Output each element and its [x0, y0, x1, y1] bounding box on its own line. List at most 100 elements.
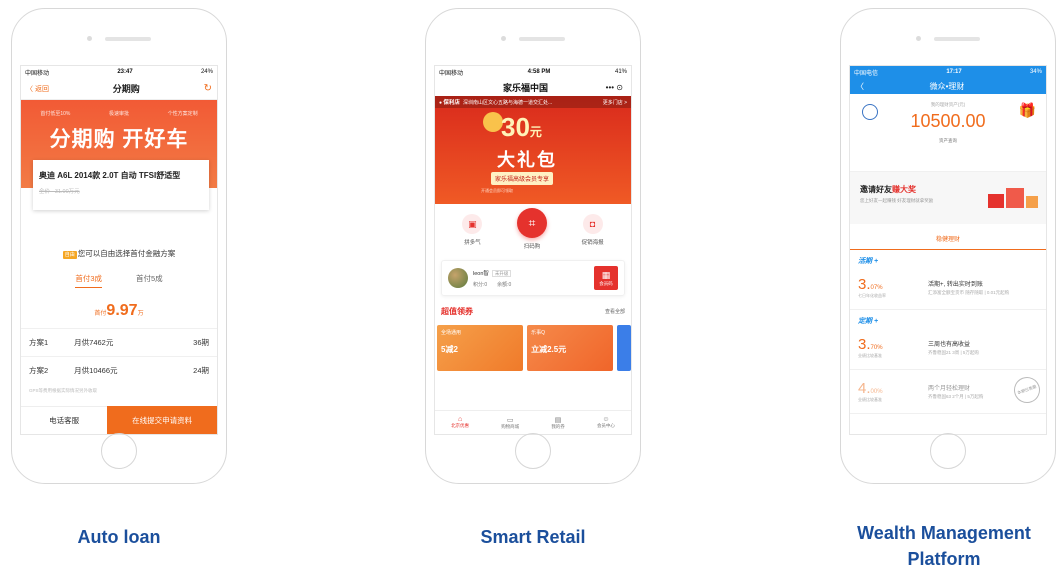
product-row[interactable]: 3.70% 业绩比较基准 三周也有高收益 齐鲁稳固21 3周 | 5万起购: [850, 326, 1046, 370]
phone-smart-retail: 中国移动 4:58 PM 41% 家乐福中国 ••• ⊙ ● 保利店 深圳南山区文…: [425, 8, 641, 484]
page-title: 家乐福中国: [503, 82, 549, 93]
user-icon: ☺: [602, 416, 610, 423]
caption-wealth-management: Wealth Management Platform: [828, 520, 1060, 572]
quick-action-label: 扫码购: [523, 244, 541, 250]
nav-bar: 家乐福中国 ••• ⊙: [435, 78, 631, 96]
rate-dec: 00%: [870, 389, 883, 395]
carrier-label: 中国移动: [25, 70, 50, 77]
product-title: 两个月轻松理财: [928, 386, 971, 392]
tab-label: 我的券: [551, 423, 565, 429]
phone-service-button[interactable]: 电话客服: [21, 406, 108, 434]
poster-icon: ◘: [582, 214, 603, 234]
plan-row[interactable]: 方案1 月供7462元 36期: [21, 328, 217, 356]
home-button[interactable]: [930, 433, 966, 469]
phone-speaker: [916, 36, 980, 41]
caption-smart-retail: Smart Retail: [480, 527, 586, 547]
close-icon[interactable]: ⊙: [616, 83, 623, 92]
auto-loan-screen: 中国移动 23:47 24% 〈 返回 分期购 ↻ 首付低至10% 极速审批 个…: [20, 65, 218, 435]
plan-name: 方案1: [29, 338, 49, 347]
rate-dec: 70%: [870, 345, 883, 351]
home-button[interactable]: [515, 433, 551, 469]
more-icon[interactable]: •••: [606, 83, 614, 92]
rate-label: 业绩比较基准: [858, 397, 882, 402]
plan-monthly: 月供10466元: [74, 366, 118, 375]
quick-action[interactable]: ⌗ 扫码购: [516, 208, 547, 250]
header: 中国电信 17:17 34% 〈 微众•理财: [850, 66, 1046, 94]
member-qr-button[interactable]: ▦ 会员码: [594, 266, 618, 290]
tab-mall[interactable]: ▭ 购物商城: [501, 416, 519, 430]
battery-label: 24%: [200, 69, 213, 75]
product-title: 活期+, 转出实时到账: [928, 282, 983, 288]
coupon-tag: 乐事Q: [531, 330, 545, 336]
quick-action[interactable]: ◘ 促销海报: [582, 214, 604, 250]
product-row[interactable]: 4.00% 业绩比较基准 两个月轻松理财 齐鲁稳固63 2个月 | 5万起购 本期已…: [850, 370, 1046, 414]
product-desc: 汇添富全额宝货币 随存随取 | 0.01元起购: [928, 290, 1010, 295]
nav-bar: 〈 微众•理财: [850, 78, 1046, 94]
car-model: 奥迪 A6L 2014款 2.0T 自动 TFSI舒适型: [39, 171, 181, 180]
store-address: 深圳南山区文心五路与海德一道交汇处...: [462, 100, 553, 106]
banner-tag: 极速审批: [108, 111, 129, 117]
plan-row[interactable]: 方案2 月供10466元 24期: [21, 356, 217, 384]
tab-label: 购物商城: [501, 423, 520, 429]
tab-coupons[interactable]: ▤ 我的券: [551, 416, 565, 430]
battery-label: 41%: [614, 69, 627, 75]
fee-note: GPS等费用根据实际情况另外收取: [29, 388, 98, 393]
member-level-badge: 未升级: [491, 269, 512, 277]
gift-amount-value: 30: [501, 112, 530, 142]
tab-home[interactable]: ⌂ 北京优惠: [451, 416, 469, 429]
down-payment: 首付9.97万: [21, 302, 217, 320]
rate-int: 3.: [858, 276, 871, 293]
phone-wealth-management: 中国电信 17:17 34% 〈 微众•理财 🎁 我的理财资产(元) 10500…: [840, 8, 1056, 484]
store-name: 保利店: [443, 100, 460, 106]
coupon-card[interactable]: 全场通用 5减2: [437, 325, 524, 371]
asset-query-link[interactable]: 资产查询: [850, 138, 1046, 144]
coupon-card[interactable]: 乐事Q 立减2.5元: [527, 325, 614, 371]
coupon-value: 立减2.5元: [531, 345, 567, 354]
coupon-tag: 全场通用: [441, 330, 462, 336]
caption-line: Platform: [907, 549, 981, 569]
view-all-coupons-link[interactable]: 查看全部: [605, 308, 625, 315]
avatar[interactable]: [862, 104, 878, 120]
coupon-card[interactable]: [617, 325, 631, 371]
store-location[interactable]: ● 保利店 深圳南山区文心五路与海德一道交汇处... 更多门店 >: [435, 96, 631, 108]
banner-slogan: 分期购 开好车: [49, 128, 189, 151]
user-name: leon智: [473, 270, 489, 277]
steady-finance-tab[interactable]: 稳健理财: [850, 224, 1046, 250]
qr-code-icon: ▦: [601, 269, 611, 280]
wealth-screen: 中国电信 17:17 34% 〈 微众•理财 🎁 我的理财资产(元) 10500…: [849, 65, 1047, 435]
plan-monthly: 月供7462元: [74, 338, 114, 347]
quick-actions: ▣ 拼多气 ⌗ 扫码购 ◘ 促销海报: [435, 204, 631, 250]
refresh-icon[interactable]: ↻: [204, 83, 212, 94]
home-button[interactable]: [101, 433, 137, 469]
bottom-action-bar: 电话客服 在线提交申请资料: [21, 406, 217, 434]
back-button[interactable]: 〈: [856, 81, 864, 92]
carrier-label: 中国电信: [854, 70, 879, 77]
promo-banner[interactable]: ● 保利店 深圳南山区文心五路与海德一道交汇处... 更多门店 > 30元 大礼包…: [435, 96, 631, 204]
coupon-value: 5减2: [441, 345, 458, 354]
gift-icon[interactable]: 🎁: [1019, 102, 1036, 119]
apply-online-button[interactable]: 在线提交申请资料: [107, 406, 217, 434]
free-plan-text: 自由 您可以自由选择首付金融方案: [21, 248, 217, 259]
section-demand: 活期 +: [858, 258, 879, 265]
more-stores-link[interactable]: 更多门店 >: [603, 99, 627, 106]
status-bar: 中国电信 17:17 34%: [850, 66, 1046, 78]
invite-banner[interactable]: 邀请好友赚大奖 您上好友一起赚钱 好友理财就拿奖励: [850, 172, 1046, 224]
tab-member[interactable]: ☺ 会员中心: [597, 416, 615, 429]
product-desc: 齐鲁稳固63 2个月 | 5万起购: [928, 394, 984, 399]
quick-action[interactable]: ▣ 拼多气: [462, 214, 483, 250]
invite-illustration: [988, 188, 1038, 208]
product-rate: 3.70% 业绩比较基准: [858, 336, 928, 359]
invite-highlight: 赚大奖: [892, 185, 916, 194]
phone-speaker: [501, 36, 565, 41]
car-card[interactable]: 奥迪 A6L 2014款 2.0T 自动 TFSI舒适型 全价 - 31.00万…: [33, 160, 209, 210]
back-button[interactable]: 〈 返回: [26, 84, 49, 94]
product-row[interactable]: 3.07% 七日年化收益率 活期+, 转出实时到账 汇添富全额宝货币 随存随取 | …: [850, 266, 1046, 310]
sold-out-stamp: 本期已售罄: [1010, 373, 1044, 407]
mini-program-controls[interactable]: ••• ⊙: [606, 83, 623, 92]
caption-auto-loan: Auto loan: [77, 527, 161, 547]
tab-30-percent[interactable]: 首付3成: [75, 273, 102, 288]
member-card[interactable]: leon智 未升级 积分:0 余额:0 ▦ 会员码: [441, 260, 625, 296]
tab-50-percent[interactable]: 首付5成: [136, 273, 163, 288]
invite-title-text: 邀请好友: [860, 185, 892, 194]
ticket-icon: ▤: [554, 416, 562, 424]
